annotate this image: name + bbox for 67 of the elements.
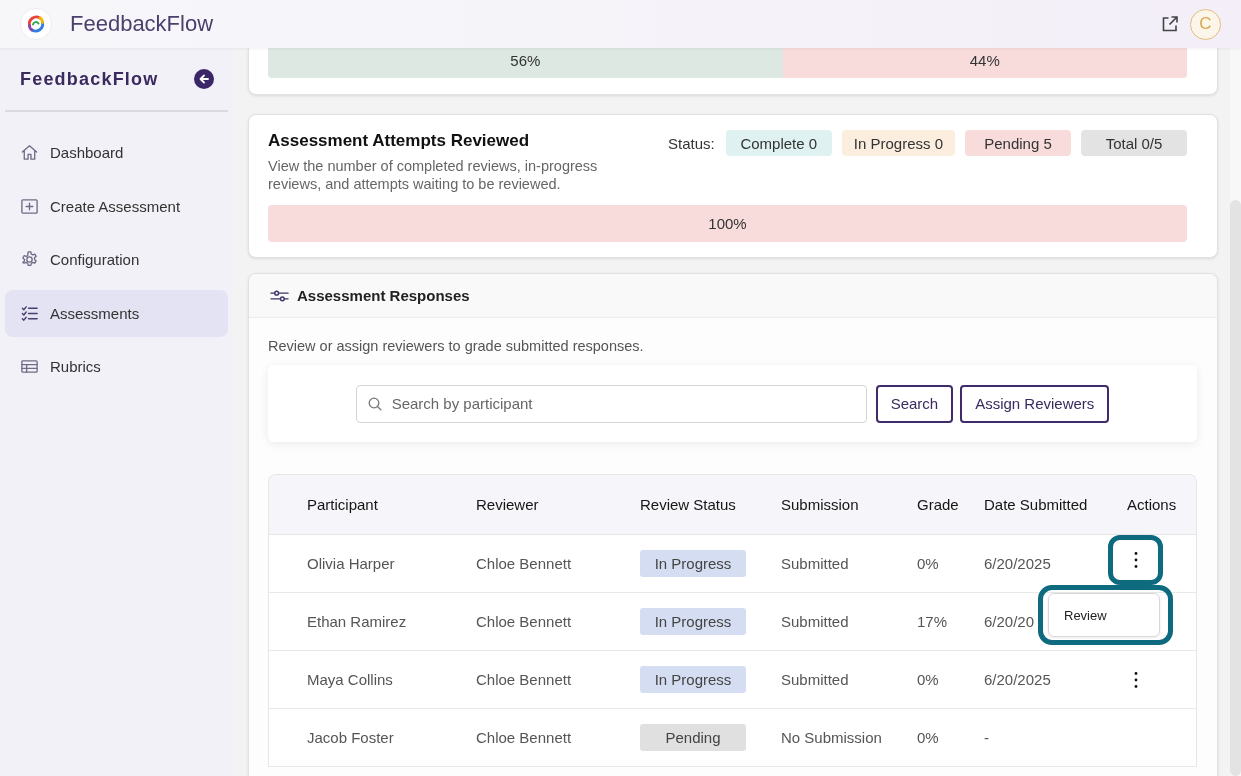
app-title: FeedbackFlow (70, 11, 214, 37)
table-cell: Olivia Harper (307, 555, 395, 572)
status-count: In Progress 0 (841, 130, 955, 156)
progress-segment: 100% (268, 205, 1187, 242)
table-cell: Chloe Bennett (476, 555, 572, 572)
table-cell: Maya Collins (307, 671, 393, 688)
card-plus-icon (20, 196, 39, 216)
table-cell: - (984, 729, 989, 746)
table-cell: Submitted (781, 613, 849, 630)
table-cell: Chloe Bennett (476, 729, 572, 746)
status-badge: In Progress (640, 608, 746, 635)
column-header: Reviewer (476, 496, 539, 513)
card-description: View the number of completed reviews, in-progress reviews, and attempts waiting to be reviewed. (268, 157, 599, 193)
column-header: Participant (307, 496, 378, 513)
house-icon (20, 143, 39, 162)
external-link-icon[interactable] (1160, 14, 1180, 34)
checklist-icon (20, 303, 39, 323)
table-cell: Submitted (781, 555, 849, 572)
card-description: Review or assign reviewers to grade submitted responses. (268, 337, 645, 355)
arrow-left-icon (198, 73, 210, 85)
sidebar-item[interactable]: Dashboard (5, 129, 228, 176)
gear-icon (20, 250, 39, 269)
table-cell: Submitted (781, 671, 849, 688)
table-cell: 0% (917, 671, 939, 688)
sidebar-title: FeedbackFlow (20, 68, 159, 90)
sidebar-item[interactable]: Create Assessment (5, 182, 228, 230)
column-header: Date Submitted (984, 496, 1088, 513)
table-cell: 6/20/20 (984, 613, 1035, 630)
sidebar-item[interactable]: Configuration (5, 236, 228, 283)
sidebar-item[interactable]: Assessments (5, 289, 228, 337)
table-cell: 17% (917, 613, 948, 630)
status-badge: In Progress (640, 666, 746, 693)
assign-reviewers-button[interactable]: Assign Reviewers (960, 384, 1110, 423)
table-cell: Chloe Bennett (476, 613, 572, 630)
status-count: Total 0/5 (1081, 130, 1187, 156)
table-cell: No Submission (781, 729, 882, 746)
actions-button[interactable] (1108, 535, 1163, 585)
table-cell: 6/20/2025 (984, 671, 1051, 688)
status-count: Pending 5 (965, 130, 1071, 156)
kebab-menu-icon (1133, 670, 1138, 689)
progress-segment: 44% (782, 48, 1187, 78)
logo-icon (20, 8, 52, 40)
sidebar-item[interactable]: Rubrics (5, 343, 228, 390)
table-cell: 0% (917, 555, 939, 572)
status-count: Complete 0 (725, 130, 832, 156)
card-title: Assessment Attempts Reviewed (268, 131, 531, 151)
search-button[interactable]: Search (875, 384, 954, 423)
collapse-sidebar-button[interactable] (194, 69, 214, 89)
status-badge: Pending (640, 724, 746, 751)
status-badge: In Progress (640, 550, 746, 577)
progress-segment: 56% (268, 48, 783, 78)
column-header: Grade (917, 496, 959, 513)
column-header: Submission (781, 496, 859, 513)
card-title: Assessment Responses (297, 287, 470, 304)
table-cell: Ethan Ramirez (307, 613, 407, 630)
table-cell: Chloe Bennett (476, 671, 572, 688)
table-icon (20, 357, 39, 376)
search-field[interactable]: Search by participant (355, 384, 867, 423)
kebab-menu-icon (1133, 551, 1138, 569)
table-cell: Jacob Foster (307, 729, 394, 746)
table-cell: 6/20/2025 (984, 555, 1051, 572)
search-icon (367, 396, 382, 411)
menu-item[interactable]: Review (1049, 594, 1159, 636)
column-header: Review Status (640, 496, 736, 513)
status-label: Status: (668, 134, 715, 152)
table-cell: 0% (917, 729, 939, 746)
column-header: Actions (1126, 496, 1177, 513)
